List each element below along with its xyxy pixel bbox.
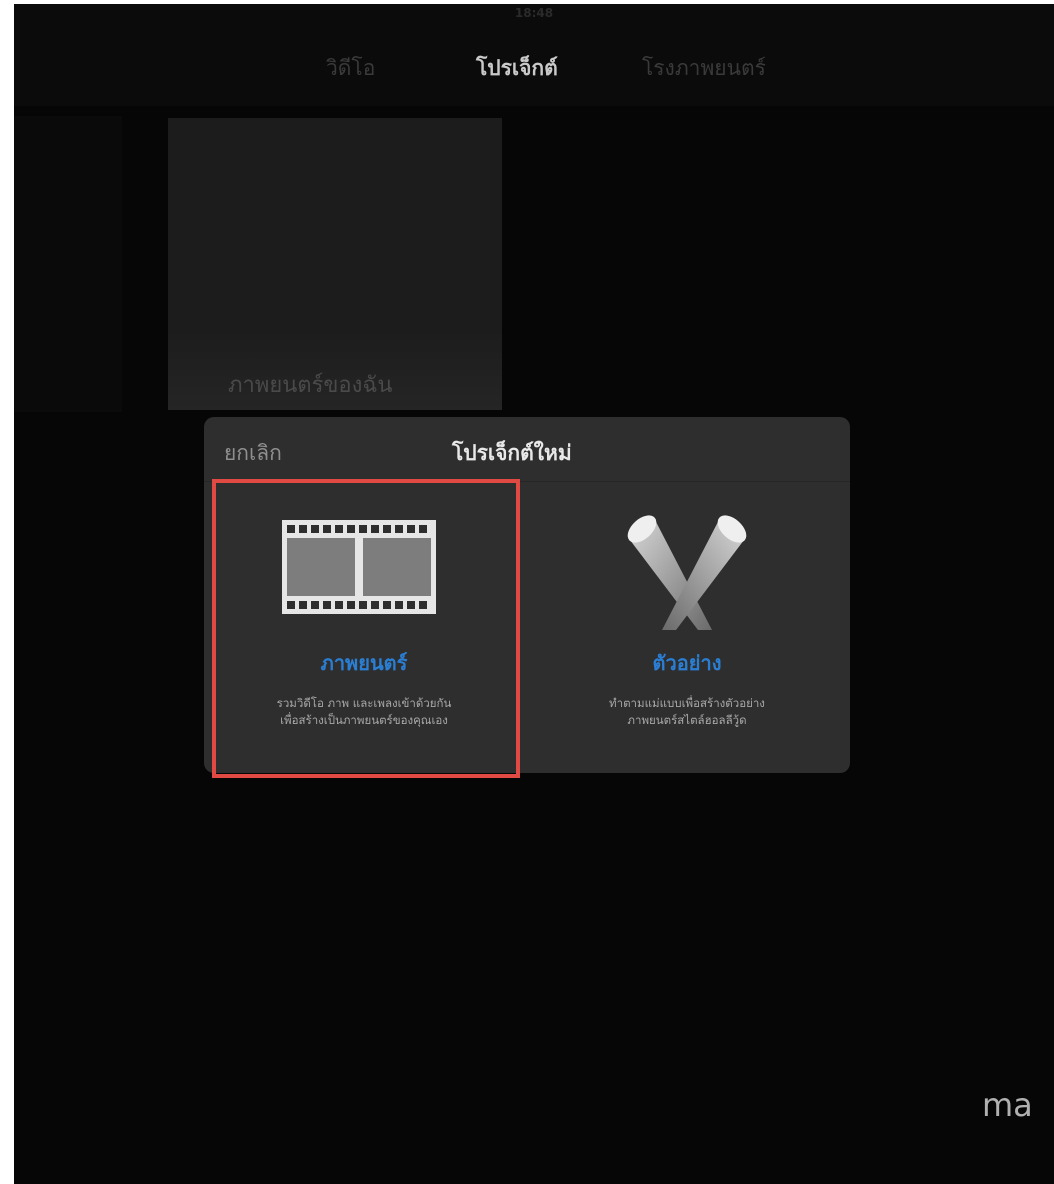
movie-desc-line-2: เพื่อสร้างเป็นภาพยนตร์ของคุณเอง xyxy=(280,713,448,727)
trailer-desc-line-2: ภาพยนตร์สไตล์ฮอลลีวู้ด xyxy=(627,713,747,727)
movie-option-description: รวมวิดีโอ ภาพ และเพลงเข้าด้วยกัน เพื่อสร… xyxy=(204,695,524,729)
spotlight-icon xyxy=(627,515,747,630)
film-strip-icon xyxy=(282,520,436,614)
tab-bar: วิดีโอ โปรเจ็กต์ โรงภาพยนตร์ xyxy=(14,52,1054,92)
watermark-text: ma xyxy=(982,1086,1033,1124)
status-time: 18:48 xyxy=(514,6,554,20)
movie-option[interactable]: ภาพยนตร์ รวมวิดีโอ ภาพ และเพลงเข้าด้วยกั… xyxy=(204,482,524,773)
app-screen: 18:48 วิดีโอ โปรเจ็กต์ โรงภาพยนตร์ ภาพยน… xyxy=(14,4,1054,1184)
trailer-option[interactable]: ตัวอย่าง ทำตามแม่แบบเพื่อสร้างตัวอย่าง ภ… xyxy=(524,482,850,773)
movie-option-label: ภาพยนตร์ xyxy=(320,651,408,675)
side-panel xyxy=(14,116,122,412)
tab-videos[interactable]: วิดีโอ xyxy=(326,52,375,85)
trailer-option-label: ตัวอย่าง xyxy=(652,651,722,675)
movie-desc-line-1: รวมวิดีโอ ภาพ และเพลงเข้าด้วยกัน xyxy=(276,696,452,710)
top-bar: 18:48 วิดีโอ โปรเจ็กต์ โรงภาพยนตร์ xyxy=(14,4,1054,106)
project-title: ภาพยนตร์ของฉัน xyxy=(228,373,393,398)
trailer-desc-line-1: ทำตามแม่แบบเพื่อสร้างตัวอย่าง xyxy=(609,696,765,710)
sheet-header: ยกเลิก โปรเจ็กต์ใหม่ xyxy=(204,417,850,482)
cancel-button[interactable]: ยกเลิก xyxy=(224,437,282,470)
tab-theater[interactable]: โรงภาพยนตร์ xyxy=(642,52,766,85)
project-tile[interactable]: ภาพยนตร์ของฉัน xyxy=(168,118,502,410)
sheet-title: โปรเจ็กต์ใหม่ xyxy=(452,441,572,465)
new-project-sheet: ยกเลิก โปรเจ็กต์ใหม่ ภาพยนตร์ รวมวิดีโอ … xyxy=(204,417,850,773)
tab-projects[interactable]: โปรเจ็กต์ xyxy=(476,52,558,85)
trailer-option-description: ทำตามแม่แบบเพื่อสร้างตัวอย่าง ภาพยนตร์สไ… xyxy=(524,695,850,729)
